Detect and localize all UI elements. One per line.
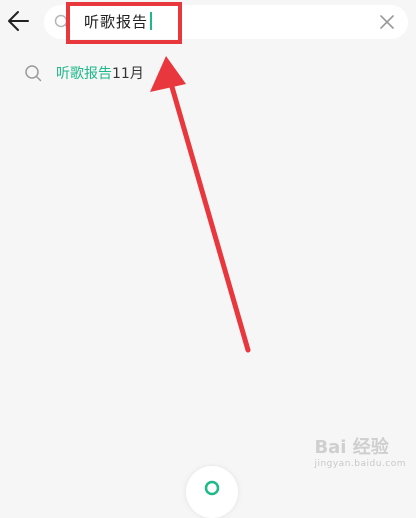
watermark-url: jingyan.baidu.com bbox=[314, 459, 406, 469]
top-bar: 听歌报告 bbox=[0, 0, 416, 50]
back-button[interactable] bbox=[6, 8, 32, 34]
search-icon bbox=[204, 480, 220, 496]
search-suggestion-item[interactable]: 听歌报告11月 bbox=[0, 58, 416, 90]
search-icon bbox=[25, 65, 42, 82]
annotation-highlight-box bbox=[66, 2, 182, 44]
suggestion-label: 听歌报告11月 bbox=[56, 64, 144, 84]
clear-button[interactable] bbox=[380, 15, 394, 29]
watermark-text: Bai 经验 bbox=[314, 437, 389, 458]
watermark: Bai 经验 jingyan.baidu.com bbox=[314, 438, 406, 478]
floating-action-button[interactable] bbox=[186, 466, 238, 518]
suggestion-rest-text: 11月 bbox=[112, 66, 144, 82]
suggestion-match-text: 听歌报告 bbox=[56, 66, 112, 82]
